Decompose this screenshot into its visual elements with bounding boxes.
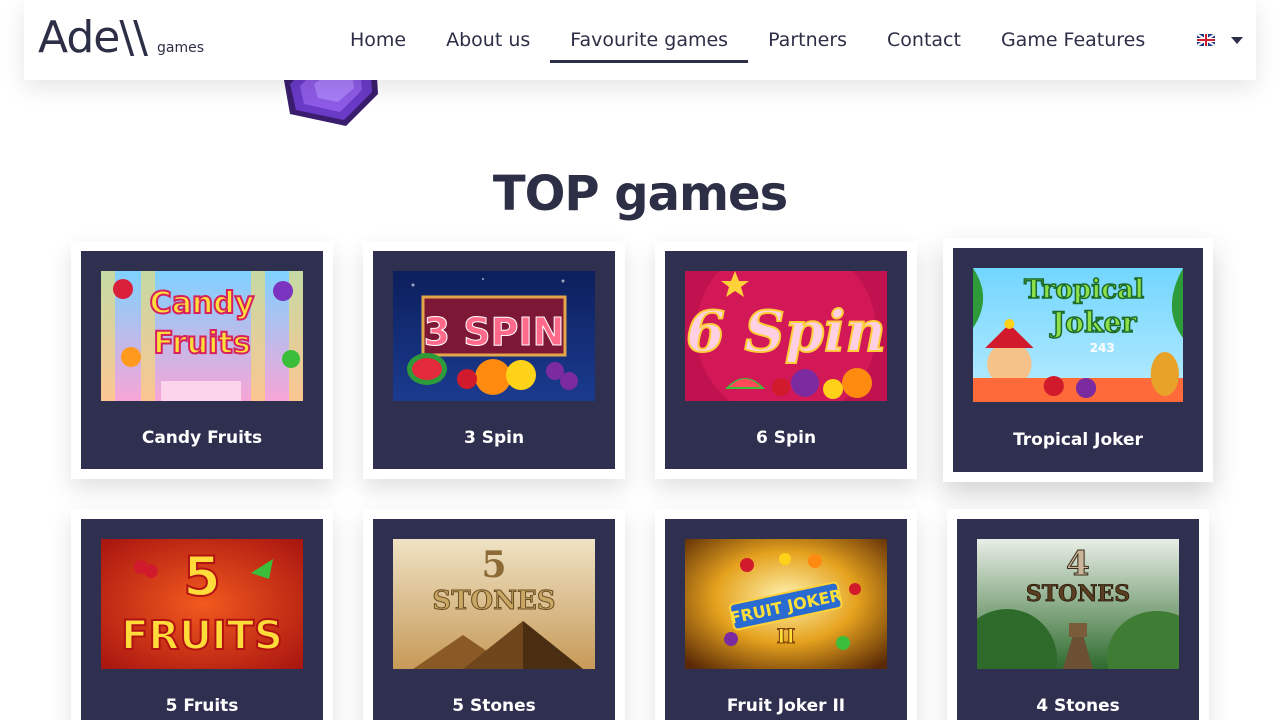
game-thumbnail: Candy Fruits <box>101 271 303 401</box>
game-thumbnail: 5 STONES <box>393 539 595 669</box>
game-card-body: 3 SPIN 3 Spin <box>373 251 615 469</box>
game-title: 6 Spin <box>755 428 817 448</box>
nav-favourite-games[interactable]: Favourite games <box>550 0 748 80</box>
language-selector[interactable] <box>1197 34 1243 46</box>
game-card-5-stones[interactable]: 5 STONES 5 Stones <box>363 509 625 720</box>
game-card-candy-fruits[interactable]: Candy Fruits Candy Fruits <box>71 241 333 479</box>
svg-text:5: 5 <box>481 544 506 586</box>
svg-text:3 SPIN: 3 SPIN <box>424 310 565 354</box>
svg-text:4: 4 <box>1066 544 1090 584</box>
game-thumbnail: 3 SPIN <box>393 271 595 401</box>
game-title: Tropical Joker <box>1013 430 1143 450</box>
chevron-down-icon <box>1231 36 1243 44</box>
game-title: 4 Stones <box>1036 696 1120 716</box>
game-thumbnail: Tropical Joker 243 <box>973 268 1183 402</box>
game-card-body: 5 STONES 5 Stones <box>373 519 615 720</box>
game-thumbnail: FRUIT JOKER II <box>685 539 887 669</box>
nav-about-us[interactable]: About us <box>426 0 550 80</box>
site-header: Ade\\ games Home About us Favourite game… <box>24 0 1256 80</box>
nav-home[interactable]: Home <box>330 0 426 80</box>
game-card-body: 5 FRUITS 5 Fruits <box>81 519 323 720</box>
game-card-body: 4 STONES 4 Stones <box>957 519 1199 720</box>
game-card-5-fruits[interactable]: 5 FRUITS 5 Fruits <box>71 509 333 720</box>
svg-text:FRUITS: FRUITS <box>121 613 283 659</box>
game-thumbnail: 6 Spin <box>685 271 887 401</box>
main-nav: Home About us Favourite games Partners C… <box>330 0 1165 80</box>
svg-text:Candy: Candy <box>150 286 255 321</box>
game-thumbnail: 5 FRUITS <box>101 539 303 669</box>
game-title: 5 Stones <box>452 696 536 716</box>
game-card-fruit-joker-ii[interactable]: FRUIT JOKER II Fruit Joker II <box>655 509 917 720</box>
game-title: Candy Fruits <box>141 428 263 448</box>
game-card-tropical-joker[interactable]: Tropical Joker 243 Tropical Joker <box>943 238 1213 482</box>
svg-text:Joker: Joker <box>1049 306 1138 339</box>
game-title: 3 Spin <box>463 428 525 448</box>
game-title: Fruit Joker II <box>726 696 846 716</box>
site-logo[interactable]: Ade\\ games <box>38 14 204 62</box>
uk-flag-icon <box>1197 34 1215 46</box>
games-grid: Candy Fruits Candy Fruits 3 SPIN 3 Spin … <box>0 0 1280 720</box>
game-card-4-stones[interactable]: 4 STONES 4 Stones <box>947 509 1209 720</box>
svg-text:6 Spin: 6 Spin <box>686 299 886 365</box>
game-thumbnail: 4 STONES <box>977 539 1179 669</box>
game-card-3-spin[interactable]: 3 SPIN 3 Spin <box>363 241 625 479</box>
game-card-body: 6 Spin 6 Spin <box>665 251 907 469</box>
nav-game-features[interactable]: Game Features <box>981 0 1165 80</box>
logo-subtitle: games <box>156 40 204 56</box>
thumb-sub-243: 243 <box>1090 341 1115 355</box>
nav-partners[interactable]: Partners <box>748 0 867 80</box>
svg-text:II: II <box>777 624 796 648</box>
game-card-body: Candy Fruits Candy Fruits <box>81 251 323 469</box>
svg-text:STONES: STONES <box>432 586 555 616</box>
game-card-body: Tropical Joker 243 Tropical Joker <box>953 248 1203 472</box>
nav-contact[interactable]: Contact <box>867 0 981 80</box>
svg-text:5: 5 <box>183 545 221 608</box>
game-title: 5 Fruits <box>165 696 239 716</box>
logo-wordmark: Ade\\ <box>38 12 148 63</box>
svg-text:Fruits: Fruits <box>153 326 250 361</box>
svg-text:Tropical: Tropical <box>1024 274 1144 305</box>
game-card-body: FRUIT JOKER II Fruit Joker II <box>665 519 907 720</box>
svg-text:STONES: STONES <box>1026 581 1130 607</box>
game-card-6-spin[interactable]: 6 Spin 6 Spin <box>655 241 917 479</box>
